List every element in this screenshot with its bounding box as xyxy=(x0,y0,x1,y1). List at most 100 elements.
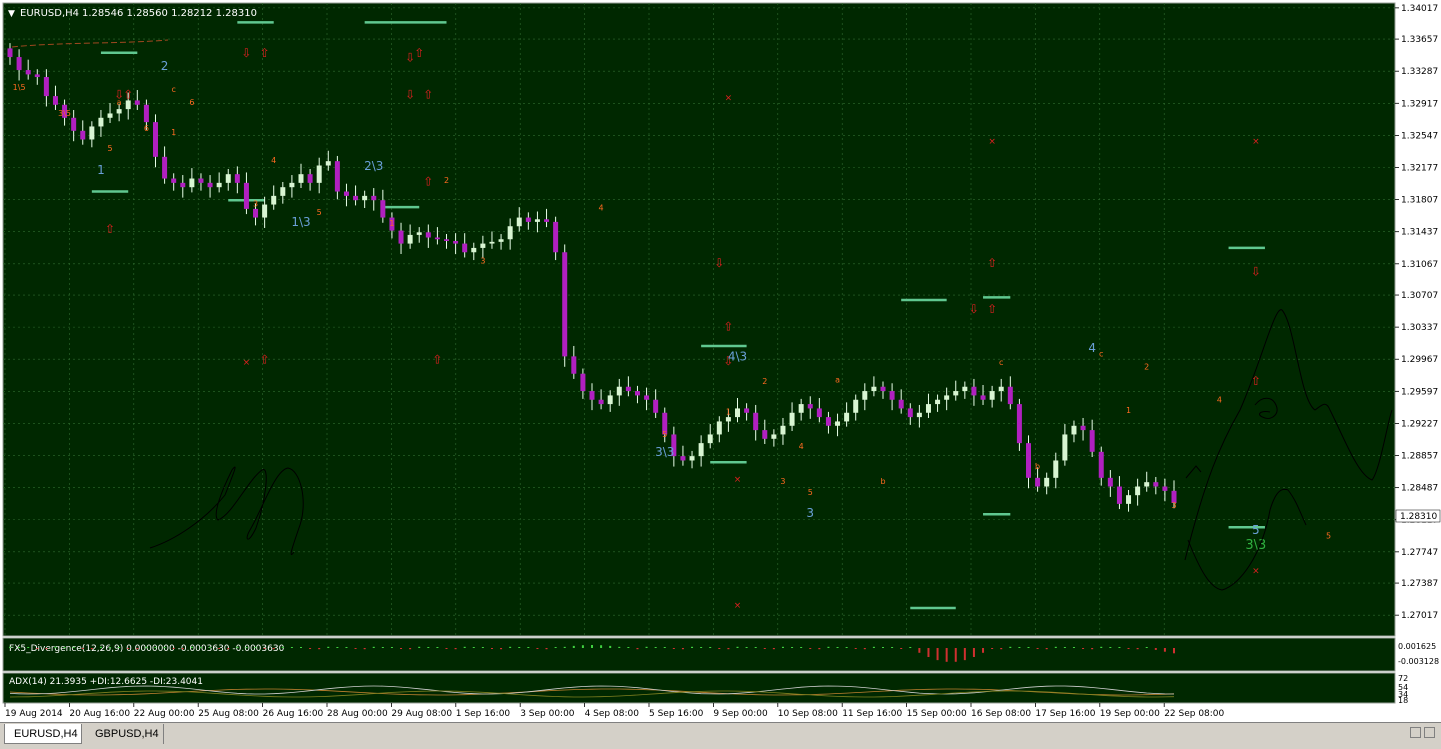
divergence-bar xyxy=(672,648,675,649)
divergence-bar xyxy=(363,648,366,650)
adx-panel[interactable] xyxy=(2,672,1396,704)
divergence-bar xyxy=(63,647,66,648)
candle-body xyxy=(152,122,159,157)
down-arrow-icon: ⇩ xyxy=(405,50,415,64)
candle-body xyxy=(434,237,440,240)
candle-body xyxy=(1107,477,1113,487)
candle-body xyxy=(1135,486,1141,496)
candle-body xyxy=(989,391,995,400)
candle-body xyxy=(25,70,31,75)
candle-body xyxy=(107,113,113,118)
wave-label: 4 xyxy=(271,156,276,165)
divergence-bar xyxy=(463,646,466,648)
divergence-bar xyxy=(791,647,794,648)
wave-label: 1 xyxy=(1126,406,1131,415)
up-arrow-icon: ⇧ xyxy=(423,174,433,188)
divergence-bar xyxy=(500,648,503,650)
cross-mark-icon: × xyxy=(243,358,251,368)
time-tick-label: 19 Aug 2014 xyxy=(5,709,63,719)
divergence-bar xyxy=(891,647,894,648)
candle-body xyxy=(1089,430,1095,452)
divergence-panel[interactable] xyxy=(2,637,1396,672)
chart-symbol-label: EURUSD,H4 xyxy=(20,8,79,19)
candle-body xyxy=(171,178,177,183)
wave-label: 1 xyxy=(97,163,105,177)
chart-tab-bar: EURUSD,H4 GBPUSD,H4 xyxy=(0,722,1441,749)
candle-body xyxy=(798,404,804,413)
candle-body xyxy=(698,443,704,457)
divergence-bar xyxy=(163,647,166,648)
divergence-tick-lower: -0.003128 xyxy=(1398,657,1439,666)
wave-label: 5 xyxy=(1252,523,1260,537)
divergence-bar xyxy=(763,648,766,649)
candle-body xyxy=(334,161,340,192)
candle-body xyxy=(1016,404,1022,444)
divergence-bar xyxy=(127,648,130,649)
up-arrow-icon: ⇧ xyxy=(123,88,133,102)
price-tick-label: 1.29227 xyxy=(1401,419,1438,429)
time-tick-label: 1 Sep 16:00 xyxy=(456,709,511,719)
time-tick-label: 22 Aug 00:00 xyxy=(134,709,195,719)
time-tick-label: 9 Sep 00:00 xyxy=(713,709,768,719)
candle-body xyxy=(316,165,322,183)
candle-body xyxy=(307,174,313,183)
main-panel[interactable] xyxy=(2,2,1396,637)
divergence-bar xyxy=(190,646,193,648)
time-tick-label: 15 Sep 00:00 xyxy=(907,709,967,719)
tab-eurusd-h4[interactable]: EURUSD,H4 xyxy=(4,724,82,744)
candle-body xyxy=(362,195,368,201)
wave-label: 3 xyxy=(480,257,485,266)
time-tick-label: 3 Sep 00:00 xyxy=(520,709,575,719)
candle-body xyxy=(471,247,477,253)
candle-body xyxy=(1116,486,1122,504)
candle-body xyxy=(653,399,659,413)
divergence-bar xyxy=(700,647,703,648)
wave-label: 1 xyxy=(726,408,731,417)
candle-body xyxy=(807,404,813,409)
candle-body xyxy=(771,434,777,439)
wave-label: 5 xyxy=(662,430,667,439)
wave-label: 5 xyxy=(107,144,112,153)
candle-body xyxy=(862,391,868,400)
candle-body xyxy=(489,241,495,244)
divergence-bar xyxy=(754,647,757,648)
candle-body xyxy=(7,48,13,58)
divergence-bar xyxy=(800,647,803,648)
divergence-bar xyxy=(882,647,884,648)
divergence-bar xyxy=(390,647,393,648)
time-tick-label: 20 Aug 16:00 xyxy=(69,709,130,719)
divergence-bar xyxy=(1082,648,1085,649)
cross-mark-icon: × xyxy=(1252,566,1260,576)
candle-body xyxy=(898,399,904,409)
divergence-bar xyxy=(1063,647,1066,648)
divergence-bar xyxy=(145,646,148,648)
cross-mark-icon: × xyxy=(734,601,742,611)
candle-body xyxy=(689,456,695,461)
cross-mark-icon: × xyxy=(1252,137,1260,147)
down-arrow-icon: ⇩ xyxy=(1251,265,1261,279)
divergence-bar xyxy=(982,648,985,653)
divergence-bar xyxy=(245,647,248,648)
chart-window[interactable]: ⇧ ⇧ ⇧ ⇧ ⇧ ⇧ ⇧ ⇧ ⇧ ⇧ ⇧ ⇧ ⇩ ⇩ ⇩ ⇩ ⇩ ⇩ ⇩ ⇩ × × × × × × × 1 2 2\3 1\3 4\3 3\… xyxy=(0,0,1441,722)
tab-gbpusd-h4[interactable]: GBPUSD,H4 xyxy=(86,724,164,744)
collapse-triangle-icon[interactable]: ▼ xyxy=(8,9,15,19)
wave-label: 4 xyxy=(599,204,604,213)
divergence-bar xyxy=(900,648,903,649)
up-arrow-icon: ⇧ xyxy=(987,256,997,270)
candle-body xyxy=(298,174,304,183)
wave-label: 5 xyxy=(317,208,322,217)
scroll-right-button[interactable] xyxy=(1424,727,1435,738)
candle-body xyxy=(225,174,231,183)
price-chart[interactable]: ⇧ ⇧⇧⇧⇧⇧⇧ ⇧⇧⇧⇧⇧⇩ ⇩⇩⇩⇩⇩⇩⇩×× ×××××122\31\34\33\… xyxy=(0,0,1441,722)
candle-body xyxy=(271,195,277,205)
wave-label: 1\5 xyxy=(13,83,26,92)
divergence-bar xyxy=(45,648,48,650)
price-tick-label: 1.28487 xyxy=(1401,484,1438,494)
scroll-left-button[interactable] xyxy=(1410,727,1421,738)
cross-mark-icon: × xyxy=(725,93,733,103)
candle-body xyxy=(52,96,58,105)
tab-label: GBPUSD,H4 xyxy=(95,728,159,740)
divergence-bar xyxy=(36,648,39,649)
price-tick-label: 1.31067 xyxy=(1401,260,1438,270)
candle-body xyxy=(534,219,540,222)
